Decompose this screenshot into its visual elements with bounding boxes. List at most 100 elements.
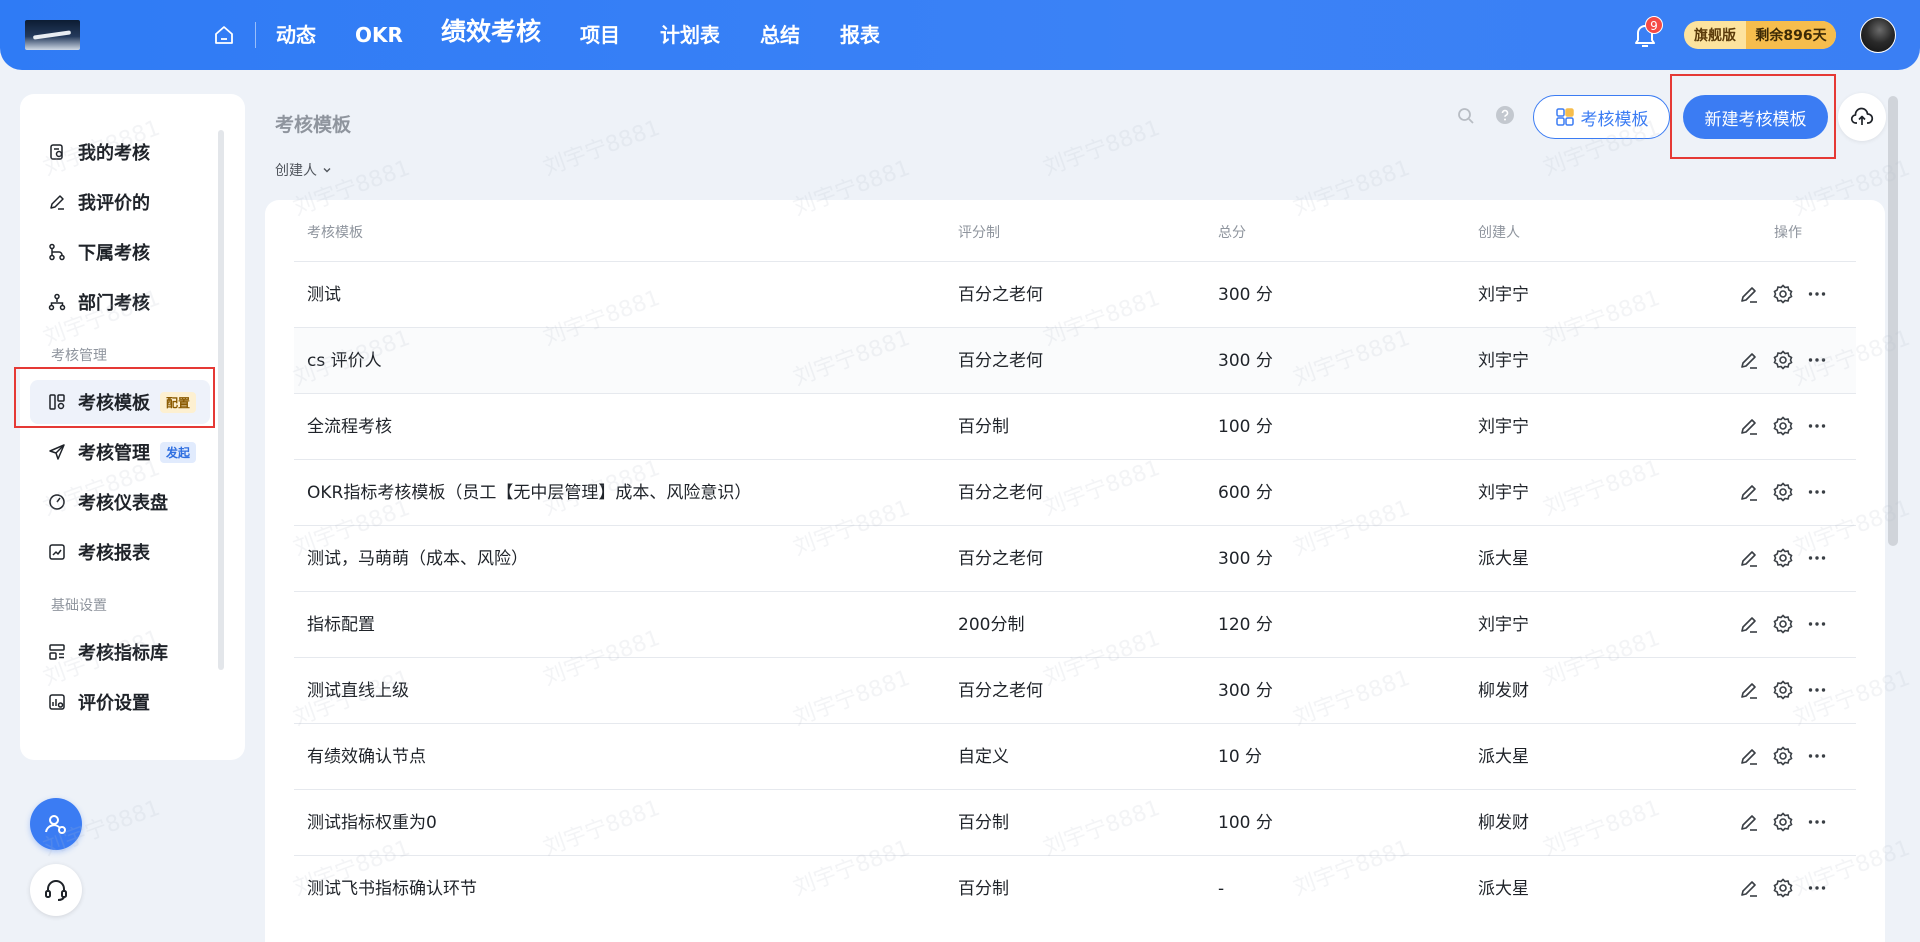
gear-icon[interactable] [1772, 613, 1794, 635]
creator-filter[interactable]: 创建人 [275, 160, 333, 180]
gear-icon[interactable] [1772, 349, 1794, 371]
cell-template-name[interactable]: OKR指标考核模板（员工【无中层管理】成本、风险意识） [307, 460, 751, 526]
gear-icon[interactable] [1772, 283, 1794, 305]
user-avatar[interactable] [1860, 17, 1896, 53]
edit-icon[interactable] [1738, 349, 1760, 371]
table-row[interactable]: 指标配置 200分制 120 分 刘宇宁 [294, 591, 1856, 657]
table-row[interactable]: 有绩效确认节点 自定义 10 分 派大星 [294, 723, 1856, 789]
sidebar-item-my-review[interactable]: 我的考核 [30, 130, 210, 174]
cell-creator: 柳发财 [1478, 813, 1529, 833]
main-scrollbar[interactable] [1888, 96, 1898, 546]
edit-icon[interactable] [1738, 283, 1760, 305]
gear-icon[interactable] [1772, 481, 1794, 503]
table-row[interactable]: 测试飞书指标确认环节 百分制 - 派大星 [294, 855, 1856, 921]
section-basic-settings: 基础设置 [51, 598, 107, 614]
cell-template-name[interactable]: 测试，马萌萌（成本、风险） [307, 526, 528, 592]
edit-icon[interactable] [1738, 877, 1760, 899]
sidebar-item-dashboard[interactable]: 考核仪表盘 [30, 480, 210, 524]
creator-filter-label: 创建人 [275, 163, 317, 179]
nav-item-okr[interactable]: OKR [355, 20, 403, 50]
sidebar-item-department[interactable]: 部门考核 [30, 280, 210, 324]
table-row[interactable]: 测试指标权重为0 百分制 100 分 柳发财 [294, 789, 1856, 855]
more-icon[interactable] [1806, 745, 1828, 767]
new-template-button[interactable]: 新建考核模板 [1683, 95, 1828, 139]
cell-template-name[interactable]: 有绩效确认节点 [307, 724, 426, 790]
more-icon[interactable] [1806, 481, 1828, 503]
table-row[interactable]: 全流程考核 百分制 100 分 刘宇宁 [294, 393, 1856, 459]
table-row[interactable]: 测试，马萌萌（成本、风险） 百分之老何 300 分 派大星 [294, 525, 1856, 591]
edit-icon[interactable] [1738, 679, 1760, 701]
more-icon[interactable] [1806, 679, 1828, 701]
edit-icon[interactable] [1738, 613, 1760, 635]
sidebar-item-indicator-lib[interactable]: 考核指标库 [30, 630, 210, 674]
sidebar-item-subordinate[interactable]: 下属考核 [30, 230, 210, 274]
edit-icon[interactable] [1738, 481, 1760, 503]
cell-scoring: 百分制 [958, 879, 1009, 899]
nav-item-project[interactable]: 项目 [580, 20, 620, 50]
sidebar-item-i-evaluated[interactable]: 我评价的 [30, 180, 210, 224]
cell-template-name[interactable]: 全流程考核 [307, 394, 392, 460]
sidebar-item-template[interactable]: 考核模板 配置 [30, 380, 210, 424]
edit-icon[interactable] [1738, 811, 1760, 833]
upload-button[interactable] [1838, 93, 1886, 141]
more-icon[interactable] [1806, 547, 1828, 569]
gear-icon[interactable] [1772, 811, 1794, 833]
cell-scoring: 百分制 [958, 417, 1009, 437]
sidebar-item-label: 考核模板 [78, 393, 150, 414]
table-row[interactable]: OKR指标考核模板（员工【无中层管理】成本、风险意识） 百分之老何 600 分 刘宇宁 [294, 459, 1856, 525]
nav-item-report[interactable]: 报表 [840, 20, 880, 50]
more-icon[interactable] [1806, 415, 1828, 437]
sidebar-scrollbar[interactable] [218, 130, 224, 670]
sidebar-item-label: 部门考核 [78, 293, 150, 314]
cell-creator: 派大星 [1478, 747, 1529, 767]
cell-template-name[interactable]: 测试 [307, 262, 341, 328]
edition-badge[interactable]: 旗舰版 剩余896天 [1684, 21, 1836, 49]
edit-icon[interactable] [1738, 745, 1760, 767]
home-icon[interactable] [212, 23, 236, 47]
cell-template-name[interactable]: 测试指标权重为0 [307, 790, 437, 856]
search-icon[interactable] [1456, 106, 1476, 126]
settings-chart-icon [49, 694, 65, 710]
sidebar-item-manage[interactable]: 考核管理 发起 [30, 430, 210, 474]
table-row[interactable]: 测试 百分之老何 300 分 刘宇宁 [294, 261, 1856, 327]
cell-creator: 刘宇宁 [1478, 615, 1529, 635]
more-icon[interactable] [1806, 613, 1828, 635]
nav-item-summary[interactable]: 总结 [760, 20, 800, 50]
sidebar-item-report[interactable]: 考核报表 [30, 530, 210, 574]
template-library-button[interactable]: 考核模板 [1533, 95, 1670, 139]
table-row[interactable]: cs 评价人 百分之老何 300 分 刘宇宁 [294, 327, 1856, 393]
column-header-actions: 操作 [1774, 225, 1802, 241]
column-header-scoring: 评分制 [958, 225, 1000, 241]
gear-icon[interactable] [1772, 745, 1794, 767]
cell-template-name[interactable]: 指标配置 [307, 592, 375, 658]
more-icon[interactable] [1806, 349, 1828, 371]
table-row[interactable]: 测试直线上级 百分之老何 300 分 柳发财 [294, 657, 1856, 723]
cell-template-name[interactable]: 测试直线上级 [307, 658, 409, 724]
nav-item-performance[interactable]: 绩效考核 [441, 17, 541, 47]
cell-creator: 刘宇宁 [1478, 351, 1529, 371]
edit-icon[interactable] [1738, 547, 1760, 569]
nav-item-dynamic[interactable]: 动态 [276, 20, 316, 50]
edit-icon[interactable] [1738, 415, 1760, 437]
help-icon[interactable] [1495, 105, 1515, 125]
cell-creator: 派大星 [1478, 549, 1529, 569]
support-button[interactable] [30, 864, 82, 916]
cell-scoring: 百分之老何 [958, 483, 1043, 503]
sidebar-item-label: 考核指标库 [78, 643, 168, 664]
gear-icon[interactable] [1772, 415, 1794, 437]
more-icon[interactable] [1806, 811, 1828, 833]
gear-icon[interactable] [1772, 679, 1794, 701]
cell-template-name[interactable]: cs 评价人 [307, 328, 382, 394]
send-icon [49, 444, 65, 460]
company-logo[interactable] [25, 20, 80, 50]
gear-icon[interactable] [1772, 547, 1794, 569]
gear-icon[interactable] [1772, 877, 1794, 899]
more-icon[interactable] [1806, 283, 1828, 305]
assistant-button[interactable] [30, 798, 82, 850]
sidebar-item-eval-settings[interactable]: 评价设置 [30, 680, 210, 724]
cell-scoring: 百分之老何 [958, 285, 1043, 305]
more-icon[interactable] [1806, 877, 1828, 899]
cell-template-name[interactable]: 测试飞书指标确认环节 [307, 856, 477, 922]
nav-item-plan[interactable]: 计划表 [660, 20, 720, 50]
cell-creator: 柳发财 [1478, 681, 1529, 701]
